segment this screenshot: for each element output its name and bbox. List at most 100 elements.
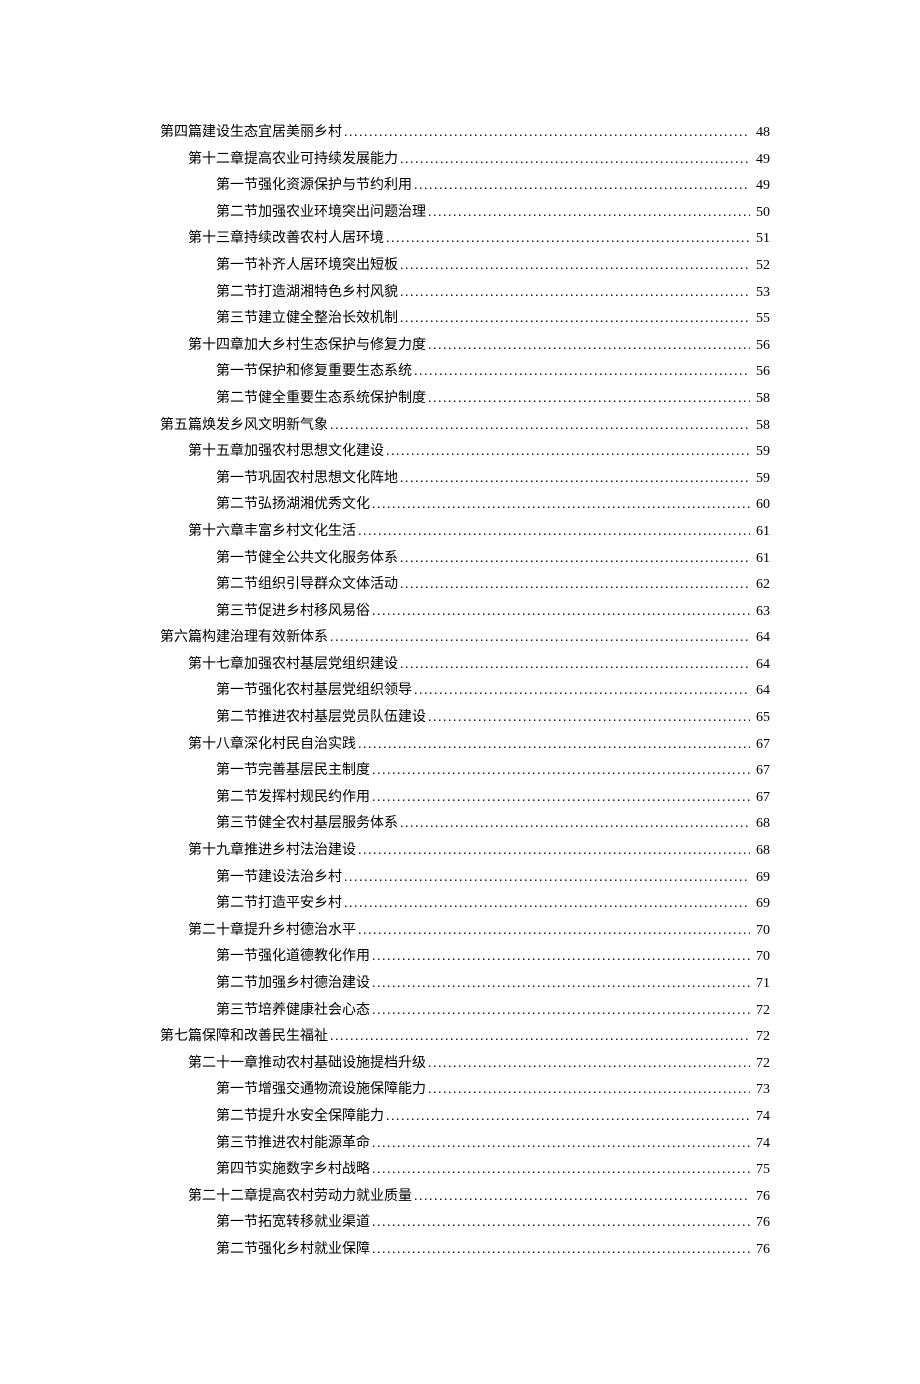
toc-entry: 第二节推进农村基层党员队伍建设65: [216, 705, 770, 732]
toc-leader-dots: [356, 519, 750, 546]
toc-page-number: 64: [750, 652, 770, 679]
toc-entry: 第一节强化资源保护与节约利用49: [216, 173, 770, 200]
toc-leader-dots: [384, 1104, 750, 1131]
toc-title: 第一节强化资源保护与节约利用: [216, 173, 412, 200]
toc-page-number: 69: [750, 891, 770, 918]
toc-page-number: 65: [750, 705, 770, 732]
toc-entry: 第十八章深化村民自治实践67: [188, 732, 770, 759]
toc-page-number: 58: [750, 386, 770, 413]
toc-entry: 第十二章提高农业可持续发展能力49: [188, 147, 770, 174]
toc-title: 第二十章提升乡村德治水平: [188, 918, 356, 945]
toc-leader-dots: [342, 891, 750, 918]
toc-leader-dots: [426, 333, 750, 360]
toc-leader-dots: [370, 599, 750, 626]
toc-title: 第二节弘扬湖湘优秀文化: [216, 492, 370, 519]
toc-entry: 第一节完善基层民主制度 67: [216, 758, 770, 785]
toc-page-number: 68: [750, 838, 770, 865]
toc-title: 第四节实施数字乡村战略: [216, 1157, 370, 1184]
toc-leader-dots: [370, 1131, 750, 1158]
toc-page-number: 62: [750, 572, 770, 599]
toc-page-number: 61: [750, 546, 770, 573]
toc-page-number: 76: [750, 1184, 770, 1211]
toc-title: 第十九章推进乡村法治建设: [188, 838, 356, 865]
toc-title: 第一节保护和修复重要生态系统: [216, 359, 412, 386]
toc-title: 第二十二章提高农村劳动力就业质量: [188, 1184, 412, 1211]
toc-title: 第三节促进乡村移风易俗: [216, 599, 370, 626]
toc-leader-dots: [412, 173, 750, 200]
toc-title: 第二节加强农业环境突出问题治理: [216, 200, 426, 227]
toc-entry: 第十七章加强农村基层党组织建设64: [188, 652, 770, 679]
toc-title: 第二节组织引导群众文体活动: [216, 572, 398, 599]
toc-entry: 第十四章加大乡村生态保护与修复力度56: [188, 333, 770, 360]
toc-title: 第二节加强乡村德治建设: [216, 971, 370, 998]
toc-title: 第一节建设法治乡村: [216, 865, 342, 892]
toc-title: 第一节补齐人居环境突出短板: [216, 253, 398, 280]
toc-page-number: 58: [750, 413, 770, 440]
toc-title: 第一节强化道德教化作用: [216, 944, 370, 971]
toc-page-number: 67: [750, 785, 770, 812]
toc-leader-dots: [342, 120, 750, 147]
toc-leader-dots: [412, 359, 750, 386]
toc-leader-dots: [370, 492, 750, 519]
toc-title: 第一节增强交通物流设施保障能力: [216, 1077, 426, 1104]
toc-entry: 第四节实施数字乡村战略 75: [216, 1157, 770, 1184]
toc-page-number: 72: [750, 1024, 770, 1051]
toc-title: 第六篇构建治理有效新体系: [160, 625, 328, 652]
toc-leader-dots: [328, 625, 750, 652]
toc-leader-dots: [398, 572, 750, 599]
toc-page-number: 68: [750, 811, 770, 838]
toc-entry: 第十九章推进乡村法治建设 68: [188, 838, 770, 865]
toc-title: 第十三章持续改善农村人居环境: [188, 226, 384, 253]
toc-page-number: 59: [750, 466, 770, 493]
toc-title: 第一节强化农村基层党组织领导: [216, 678, 412, 705]
toc-page-number: 48: [750, 120, 770, 147]
toc-leader-dots: [398, 652, 750, 679]
toc-leader-dots: [370, 1157, 750, 1184]
toc-leader-dots: [398, 811, 750, 838]
toc-page-number: 70: [750, 944, 770, 971]
toc-title: 第二节发挥村规民约作用: [216, 785, 370, 812]
toc-leader-dots: [426, 705, 750, 732]
toc-page-number: 70: [750, 918, 770, 945]
toc-entry: 第二十二章提高农村劳动力就业质量 76: [188, 1184, 770, 1211]
toc-title: 第十五章加强农村思想文化建设: [188, 439, 384, 466]
toc-entry: 第十三章持续改善农村人居环境 51: [188, 226, 770, 253]
toc-title: 第十四章加大乡村生态保护与修复力度: [188, 333, 426, 360]
toc-leader-dots: [356, 838, 750, 865]
toc-entry: 第七篇保障和改善民生福祉72: [160, 1024, 770, 1051]
toc-entry: 第二十章提升乡村德治水平 70: [188, 918, 770, 945]
toc-entry: 第一节保护和修复重要生态系统56: [216, 359, 770, 386]
toc-page-number: 53: [750, 280, 770, 307]
toc-entry: 第三节建立健全整治长效机制55: [216, 306, 770, 333]
toc-leader-dots: [342, 865, 750, 892]
toc-title: 第二节打造湖湘特色乡村风貌: [216, 280, 398, 307]
toc-page-number: 61: [750, 519, 770, 546]
toc-title: 第三节培养健康社会心态: [216, 998, 370, 1025]
toc-leader-dots: [384, 226, 750, 253]
toc-page-number: 51: [750, 226, 770, 253]
toc-page-number: 52: [750, 253, 770, 280]
toc-entry: 第十六章丰富乡村文化生活 61: [188, 519, 770, 546]
toc-leader-dots: [328, 1024, 750, 1051]
toc-entry: 第五篇焕发乡风文明新气象58: [160, 413, 770, 440]
toc-page-number: 64: [750, 678, 770, 705]
toc-leader-dots: [370, 998, 750, 1025]
toc-leader-dots: [398, 280, 750, 307]
toc-entry: 第三节培养健康社会心态72: [216, 998, 770, 1025]
toc-leader-dots: [370, 1210, 750, 1237]
toc-leader-dots: [370, 971, 750, 998]
toc-page-number: 67: [750, 758, 770, 785]
toc-title: 第二十一章推动农村基础设施提档升级: [188, 1051, 426, 1078]
toc-title: 第一节健全公共文化服务体系: [216, 546, 398, 573]
toc-leader-dots: [370, 785, 750, 812]
toc-title: 第一节完善基层民主制度: [216, 758, 370, 785]
toc-page-number: 75: [750, 1157, 770, 1184]
toc-entry: 第二节组织引导群众文体活动 62: [216, 572, 770, 599]
toc-entry: 第二节提升水安全保障能力74: [216, 1104, 770, 1131]
toc-leader-dots: [370, 1237, 750, 1264]
toc-page-number: 64: [750, 625, 770, 652]
toc-entry: 第三节促进乡村移风易俗63: [216, 599, 770, 626]
toc-title: 第十六章丰富乡村文化生活: [188, 519, 356, 546]
toc-page-number: 55: [750, 306, 770, 333]
toc-entry: 第一节补齐人居环境突出短板 52: [216, 253, 770, 280]
